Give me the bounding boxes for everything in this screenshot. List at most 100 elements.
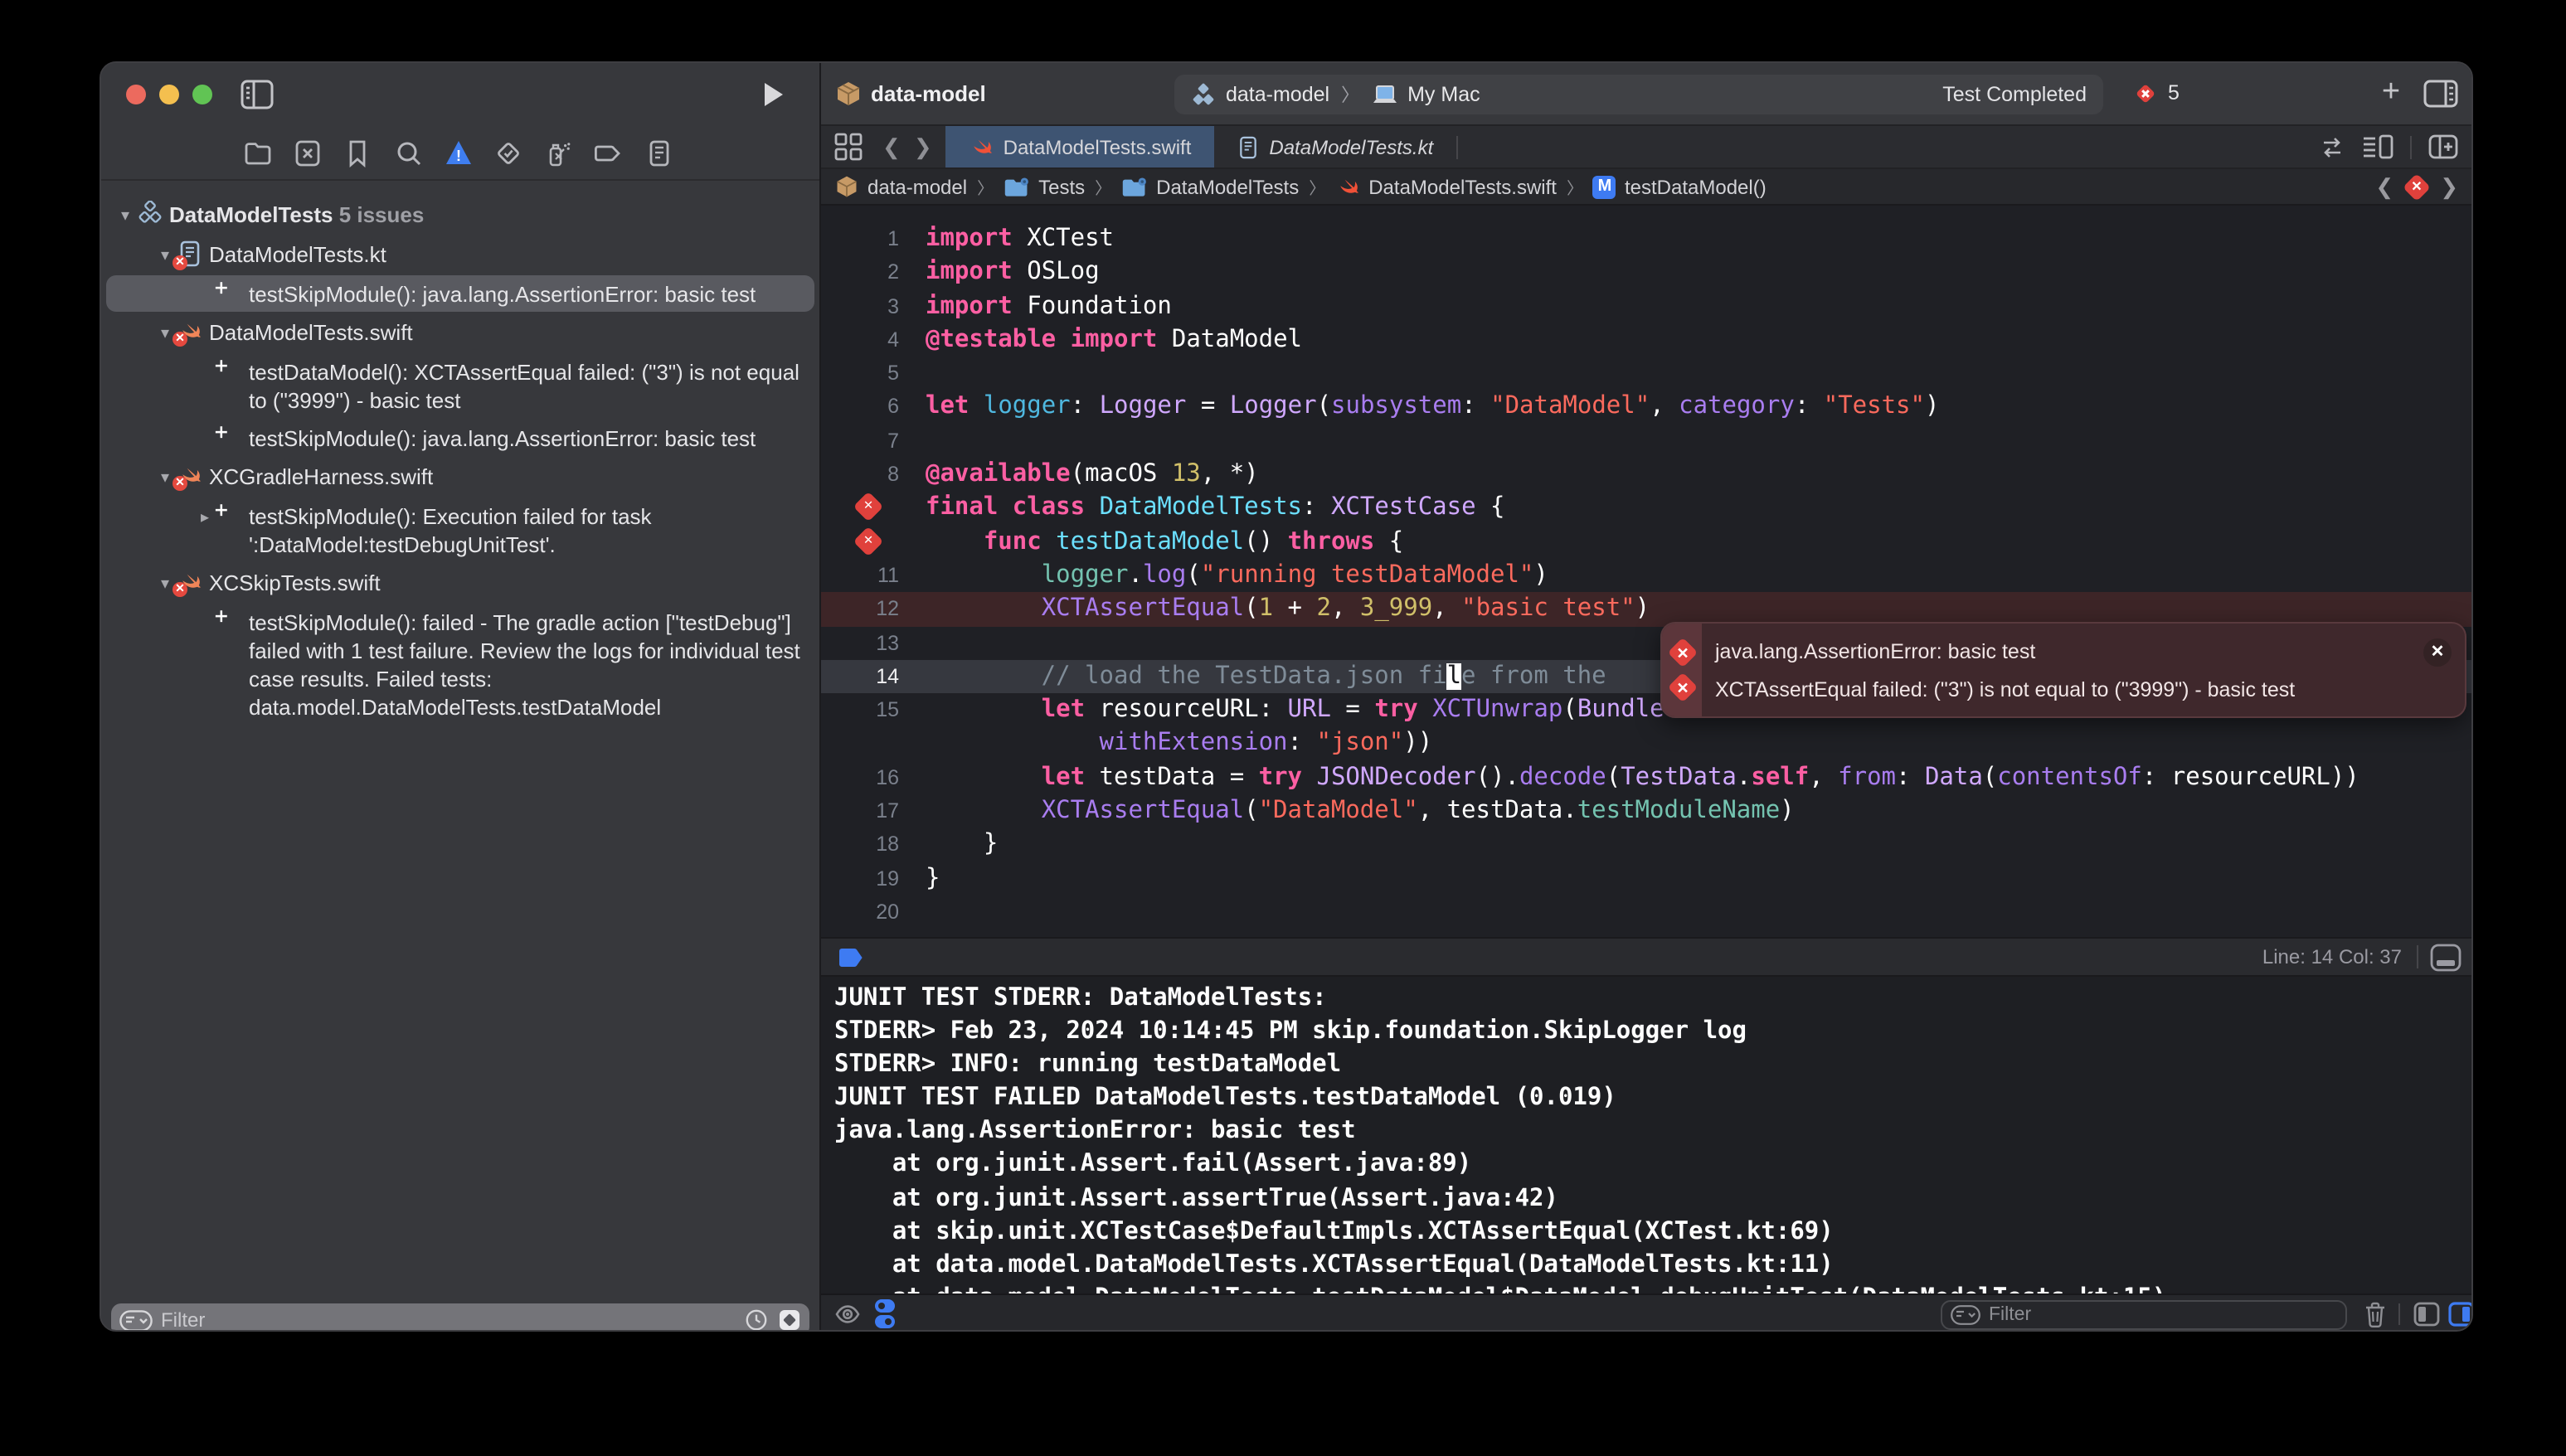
- code-line[interactable]: 8@available(macOS 13, *): [821, 458, 2473, 492]
- filter-menu-icon[interactable]: [1951, 1305, 1980, 1325]
- disclosure-down-icon[interactable]: ▾: [113, 199, 138, 231]
- console-filter-field[interactable]: Filter: [1941, 1300, 2347, 1330]
- code-line[interactable]: 1import XCTest: [821, 222, 2473, 256]
- code-line[interactable]: 17 XCTAssertEqual("DataModel", testData.…: [821, 794, 2473, 828]
- trash-icon[interactable]: [2364, 1302, 2387, 1328]
- line-col-indicator[interactable]: Line: 14 Col: 37: [2262, 945, 2402, 968]
- navigator-tab-project-icon[interactable]: [244, 139, 272, 167]
- navigator-tab-tests-icon[interactable]: [494, 139, 522, 167]
- run-destination[interactable]: My Mac: [1407, 83, 1480, 106]
- console-filter-placeholder: Filter: [1989, 1305, 2031, 1325]
- line-number: 7: [821, 425, 899, 459]
- issue-tree-row[interactable]: ✕testSkipModule(): failed - The gradle a…: [106, 604, 814, 725]
- issue-tree-row[interactable]: ▸✕testSkipModule(): Execution failed for…: [106, 497, 814, 562]
- scheme-name[interactable]: data-model: [1226, 83, 1329, 106]
- zoom-window-button[interactable]: [192, 85, 212, 104]
- code-line[interactable]: 4@testable import DataModel: [821, 323, 2473, 357]
- code-line[interactable]: 18 }: [821, 828, 2473, 862]
- breadcrumb-item[interactable]: MtestDataModel(): [1593, 175, 1767, 198]
- navigator-tab-reports-icon[interactable]: [644, 139, 673, 167]
- close-window-button[interactable]: [126, 85, 146, 104]
- debug-console[interactable]: JUNIT TEST STDERR: DataModelTests:STDERR…: [821, 977, 2473, 1293]
- breadcrumb-item[interactable]: Tests: [1004, 175, 1085, 198]
- next-issue-icon[interactable]: ❯: [2440, 173, 2458, 200]
- issue-tree-row[interactable]: ▾✕XCGradleHarness.swift: [106, 458, 814, 496]
- issue-tree-row[interactable]: ✕testSkipModule(): java.lang.AssertionEr…: [106, 275, 814, 312]
- line-number: 20: [821, 895, 899, 929]
- back-icon[interactable]: ❮: [869, 126, 914, 167]
- disclosure-none-icon: [192, 279, 217, 282]
- filter-menu-icon[interactable]: [119, 1309, 153, 1331]
- related-items-icon[interactable]: [834, 133, 863, 167]
- navigator-tab-issues-icon[interactable]: !: [445, 139, 473, 167]
- code-line[interactable]: 16 let testData = try JSONDecoder().deco…: [821, 761, 2473, 795]
- add-button[interactable]: +: [2377, 80, 2405, 108]
- toolbar-error-icon[interactable]: [2135, 83, 2156, 104]
- source-editor[interactable]: 1import XCTest2import OSLog3import Found…: [821, 206, 2473, 937]
- code-line[interactable]: 5: [821, 357, 2473, 391]
- inspector-toggle-icon[interactable]: [2423, 80, 2458, 108]
- issue-tree-row[interactable]: ✕testSkipModule(): java.lang.AssertionEr…: [106, 420, 814, 456]
- line-number: 15: [821, 693, 899, 727]
- minimize-window-button[interactable]: [159, 85, 179, 104]
- scheme-selector[interactable]: data-model 〉 My Mac Test Completed: [1174, 75, 2103, 114]
- code-line[interactable]: 6let logger: Logger = Logger(subsystem: …: [821, 391, 2473, 425]
- code-line[interactable]: withExtension: "json")): [821, 727, 2473, 761]
- add-editor-icon[interactable]: [2428, 134, 2458, 159]
- line-number: 16: [821, 761, 899, 795]
- code-line[interactable]: ✕ func testDataModel() throws {: [821, 525, 2473, 559]
- breakpoint-icon[interactable]: [838, 947, 864, 968]
- code-line[interactable]: 7: [821, 425, 2473, 459]
- method-badge-icon: M: [1593, 175, 1616, 198]
- code-line[interactable]: 20: [821, 895, 2473, 929]
- tab-DataModelTests.kt[interactable]: DataModelTests.kt: [1214, 126, 1456, 167]
- breadcrumb-item[interactable]: DataModelTests.swift: [1335, 174, 1557, 199]
- code-line[interactable]: 2import OSLog: [821, 256, 2473, 290]
- issue-tree-row[interactable]: ✕testDataModel(): XCTAssertEqual failed:…: [106, 353, 814, 418]
- code-line[interactable]: 19}: [821, 861, 2473, 895]
- issue-tree-row[interactable]: ▾✕DataModelTests.kt: [106, 235, 814, 274]
- code-line[interactable]: 11 logger.log("running testDataModel"): [821, 559, 2473, 593]
- quicklook-eye-icon[interactable]: [834, 1303, 861, 1325]
- navigator-tab-search-icon[interactable]: [394, 139, 422, 167]
- gutter-error-icon[interactable]: ✕: [853, 526, 884, 556]
- svg-text:!: !: [456, 148, 461, 164]
- breadcrumb-label: DataModelTests.swift: [1368, 175, 1557, 198]
- variables-panel-icon[interactable]: [2413, 1302, 2440, 1327]
- gutter-error-icon[interactable]: ✕: [853, 492, 884, 522]
- previous-issue-icon[interactable]: ❮: [2375, 173, 2393, 200]
- panel-divider[interactable]: [819, 63, 821, 1332]
- swap-editor-icon[interactable]: [2319, 135, 2345, 158]
- sidebar-toggle-icon[interactable]: [241, 80, 274, 109]
- code-text: @testable import DataModel: [926, 323, 1302, 357]
- editor-layout-icon[interactable]: [2430, 944, 2462, 972]
- variables-view-toggle-icon[interactable]: [874, 1298, 896, 1330]
- breadcrumb-item[interactable]: data-model: [834, 174, 967, 199]
- code-text: import OSLog: [926, 256, 1100, 290]
- navigator-tab-breakpoints-icon[interactable]: [595, 139, 623, 167]
- console-panel-icon[interactable]: [2448, 1302, 2473, 1327]
- issue-indicator-icon[interactable]: ✕: [2403, 172, 2431, 201]
- code-text: let resourceURL: URL = try XCTUnwrap(Bun…: [926, 693, 1766, 727]
- forward-icon[interactable]: ❯: [914, 126, 945, 167]
- issue-count-label: 5 issues: [333, 202, 424, 227]
- breadcrumb-item[interactable]: DataModelTests: [1121, 175, 1299, 198]
- toolbar-error-count[interactable]: 5: [2168, 81, 2180, 104]
- navigator-tab-source-changes-icon[interactable]: [294, 139, 322, 167]
- close-icon[interactable]: ✕: [2423, 638, 2452, 667]
- line-number: 14: [821, 660, 899, 694]
- tab-DataModelTests.swift[interactable]: DataModelTests.swift: [945, 126, 1215, 167]
- filter-issues-icon[interactable]: [778, 1308, 801, 1332]
- run-button[interactable]: [758, 80, 788, 109]
- minimap-icon[interactable]: [2362, 134, 2393, 159]
- issue-tree-row[interactable]: ▾✕XCSkipTests.swift: [106, 564, 814, 602]
- issue-tree-row[interactable]: ▾✕DataModelTests.swift: [106, 313, 814, 352]
- navigator-tab-debug-icon[interactable]: [544, 139, 572, 167]
- navigator-tab-bookmark-icon[interactable]: [344, 139, 372, 167]
- navigator-filter-field[interactable]: Filter: [111, 1303, 809, 1332]
- code-line[interactable]: 3import Foundation: [821, 289, 2473, 323]
- clock-icon[interactable]: [745, 1308, 768, 1332]
- code-text: func testDataModel() throws {: [926, 525, 1403, 559]
- issue-tree-row[interactable]: ▾DataModelTests 5 issues: [106, 196, 814, 234]
- code-line[interactable]: ✕final class DataModelTests: XCTestCase …: [821, 492, 2473, 526]
